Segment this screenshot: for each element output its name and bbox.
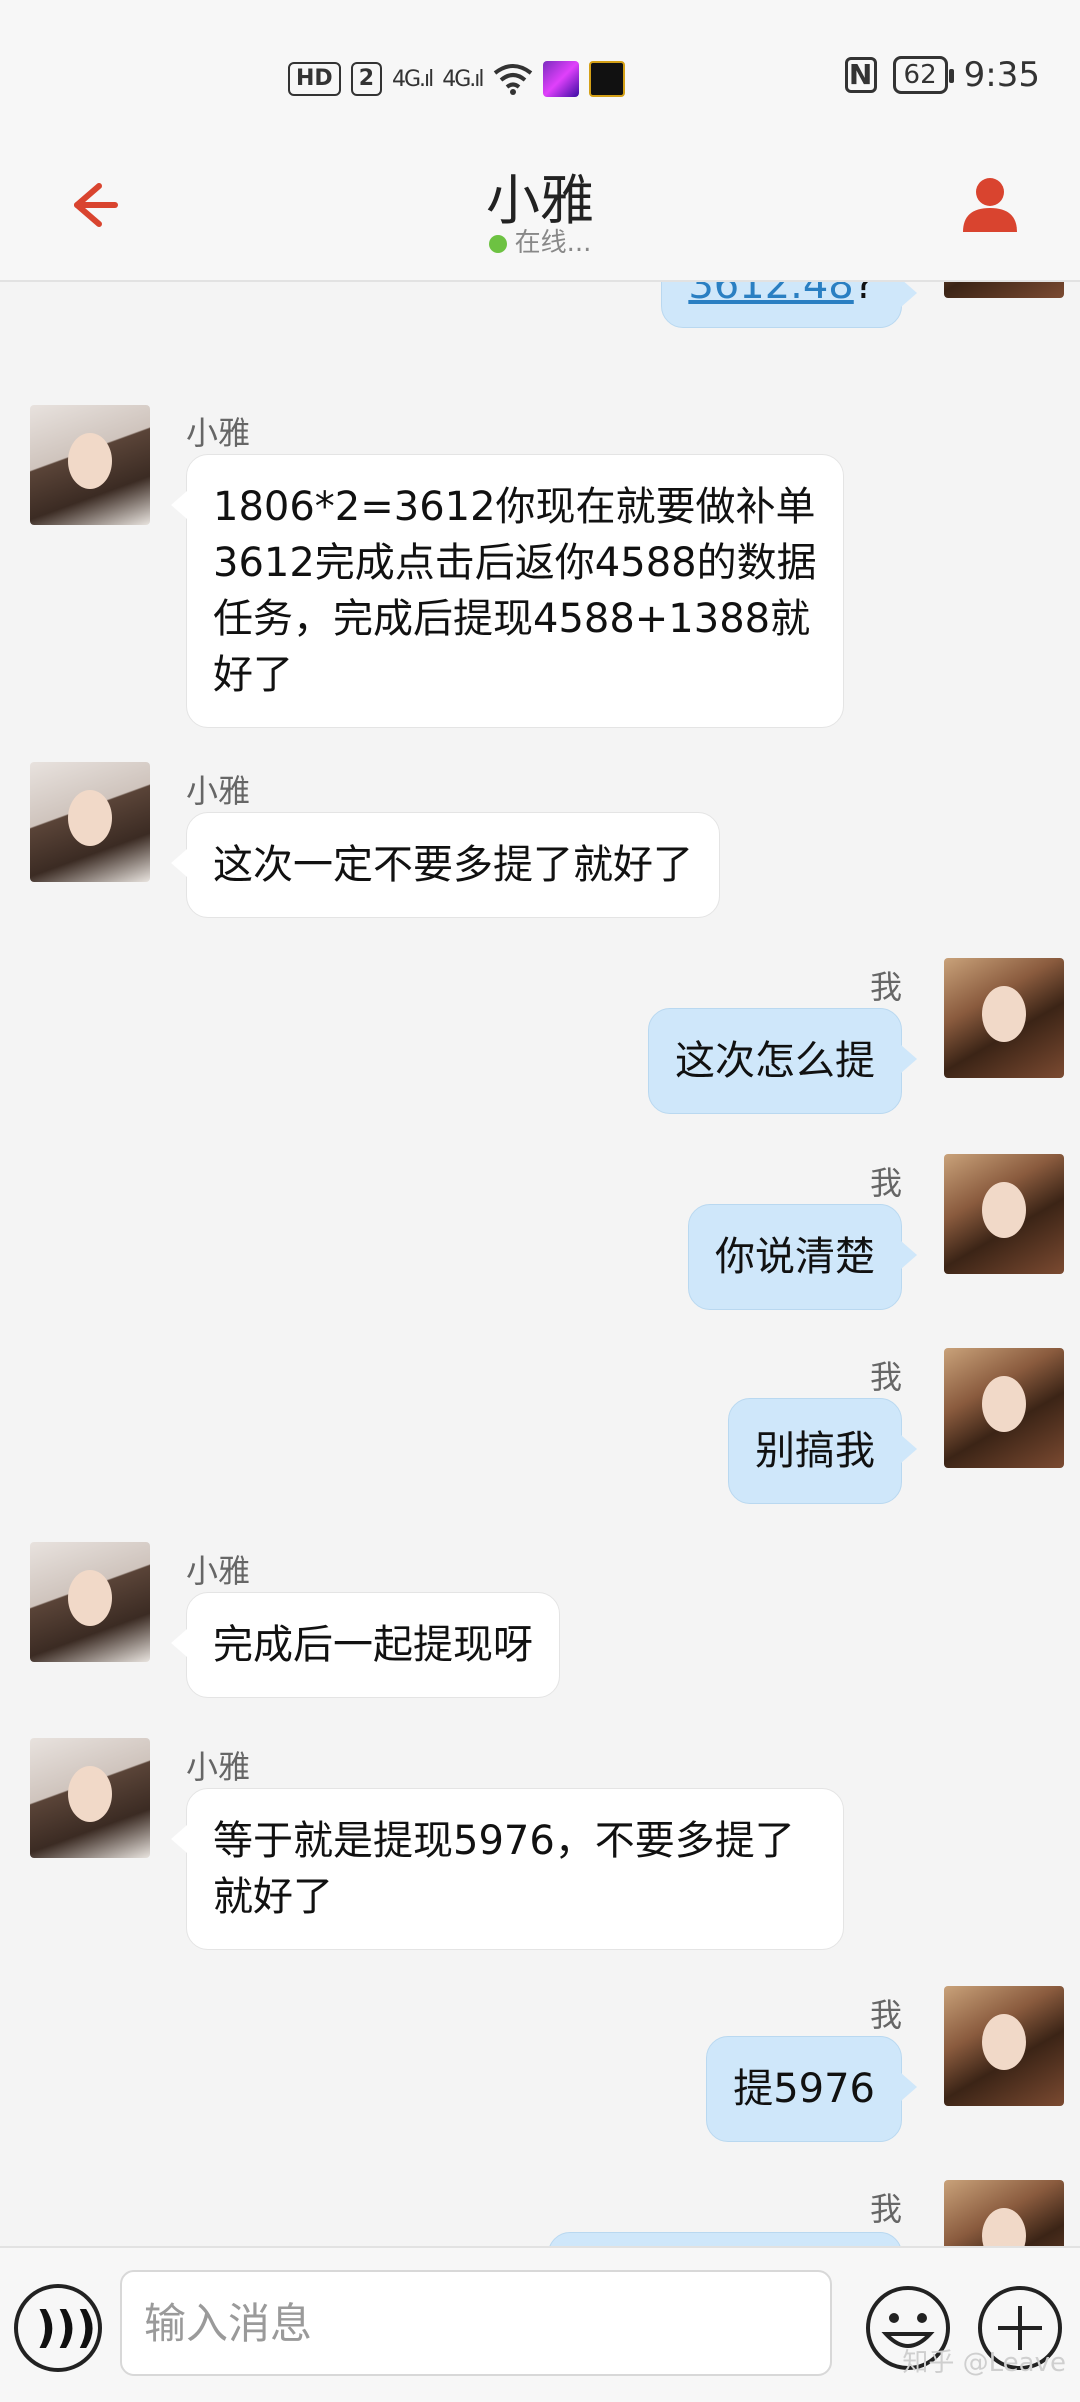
sender-name: 小雅: [186, 772, 251, 810]
message-text: 这次怎么提: [675, 1038, 875, 1084]
avatar[interactable]: [944, 2180, 1064, 2246]
amount-link[interactable]: 3612.48: [688, 282, 853, 308]
clock: 9:35: [963, 55, 1040, 95]
battery-icon: 62: [892, 56, 954, 94]
online-dot-icon: [488, 235, 507, 253]
signal-icon: 4G.ıl: [442, 66, 484, 92]
message-bubble-incoming[interactable]: 等于就是提现5976，不要多提了就好了: [171, 1788, 844, 1950]
hd-icon: HD: [288, 62, 341, 96]
status-bar: HD 2 4G.ıl 4G.ıl N 62 9:35: [0, 0, 1080, 150]
status-right: N 62 9:35: [844, 55, 1040, 95]
app-notification-icon: [588, 61, 625, 97]
online-status-label: 在线...: [514, 228, 592, 258]
wifi-icon: [493, 64, 532, 95]
message-bubble-incoming[interactable]: 1806*2=3612你现在就要做补单3612完成点击后返你4588的数据任务，…: [171, 454, 844, 728]
status-left: HD 2 4G.ıl 4G.ıl: [288, 58, 625, 100]
sender-name: 我: [869, 1164, 902, 1202]
avatar[interactable]: [30, 1542, 150, 1662]
online-status: 在线...: [0, 222, 1080, 259]
profile-icon[interactable]: [955, 168, 1025, 238]
nfc-icon: N: [844, 57, 877, 93]
message-bubble-outgoing[interactable]: 提5976: [706, 2036, 917, 2142]
avatar[interactable]: [944, 1348, 1064, 1468]
watermark: 知乎 @Leave: [902, 2348, 1066, 2378]
avatar[interactable]: [944, 1986, 1064, 2106]
avatar[interactable]: [944, 282, 1064, 298]
message-bubble-outgoing[interactable]: 这次怎么提: [648, 1008, 917, 1114]
message-input[interactable]: [122, 2272, 830, 2374]
sender-name: 我: [869, 1358, 902, 1396]
message-text: ?: [853, 282, 875, 308]
message-bubble-outgoing[interactable]: 3612.48?: [661, 282, 917, 328]
avatar[interactable]: [30, 1738, 150, 1858]
sender-name: 我: [869, 968, 902, 1006]
message-input-box[interactable]: [120, 2270, 832, 2376]
message-text: 1806*2=3612你现在就要做补单3612完成点击后返你4588的数据任务，…: [213, 484, 817, 698]
voice-icon[interactable]: ))): [14, 2284, 102, 2372]
message-text: 别搞我: [755, 1428, 875, 1474]
message-bubble-incoming[interactable]: 这次一定不要多提了就好了: [171, 812, 720, 918]
sim-icon: 2: [350, 62, 382, 96]
app-notification-icon: [542, 61, 579, 97]
input-bar: ))) 知乎 @Leave: [0, 2246, 1080, 2402]
avatar[interactable]: [944, 1154, 1064, 1274]
message-bubble-outgoing[interactable]: 你说清楚: [688, 1204, 917, 1310]
avatar[interactable]: [30, 762, 150, 882]
sender-name: 我: [869, 1996, 902, 2034]
chat-header: 小雅 在线...: [0, 150, 1080, 282]
avatar[interactable]: [944, 958, 1064, 1078]
message-text: 你说清楚: [715, 1234, 875, 1280]
message-bubble-outgoing[interactable]: 别搞我: [728, 1398, 917, 1504]
message-text: 完成后一起提现呀: [213, 1622, 533, 1668]
sender-name: 小雅: [186, 414, 251, 452]
sender-name: 小雅: [186, 1748, 251, 1786]
message-text: 提5976: [733, 2066, 875, 2112]
message-bubble-incoming[interactable]: 完成后一起提现呀: [171, 1592, 560, 1698]
message-text: 等于就是提现5976，不要多提了就好了: [213, 1818, 795, 1920]
sender-name: 小雅: [186, 1552, 251, 1590]
message-text: 这次一定不要多提了就好了: [213, 842, 693, 888]
signal-icon: 4G.ıl: [392, 66, 434, 92]
message-bubble-outgoing[interactable]: [548, 2232, 902, 2246]
avatar[interactable]: [30, 405, 150, 525]
sender-name: 我: [869, 2190, 902, 2228]
message-list[interactable]: 3612.48? 小雅 1806*2=3612你现在就要做补单3612完成点击后…: [0, 282, 1080, 2246]
